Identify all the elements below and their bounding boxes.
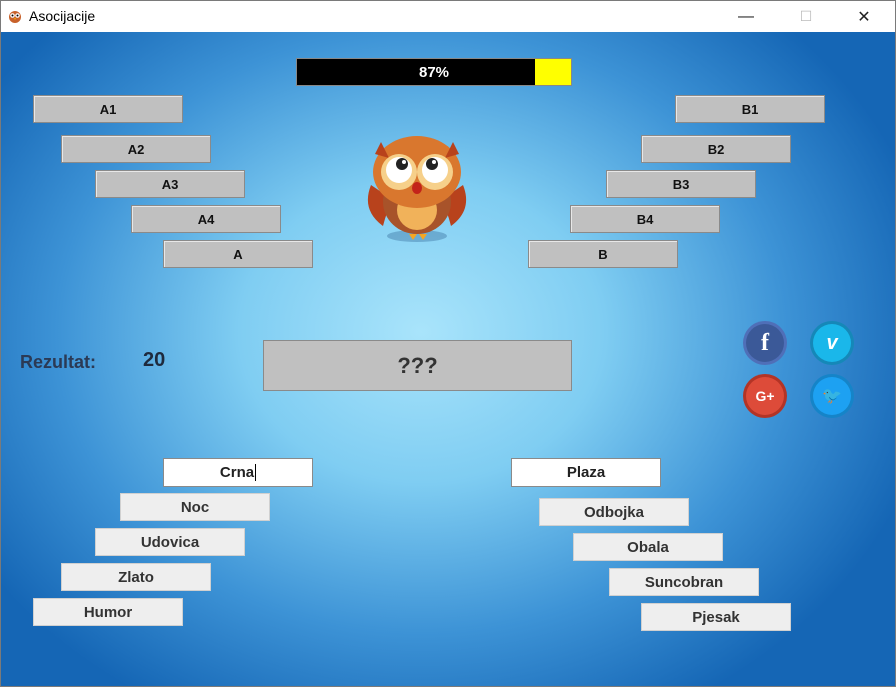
field-b4[interactable]: B4: [570, 205, 720, 233]
right-answer-input[interactable]: Plaza: [511, 458, 661, 487]
window-title: Asocijacije: [29, 8, 96, 24]
minimize-button[interactable]: —: [723, 1, 769, 32]
field-a2[interactable]: A2: [61, 135, 211, 163]
facebook-icon[interactable]: f: [746, 324, 784, 362]
right-word-3: Suncobran: [609, 568, 759, 596]
close-button[interactable]: ✕: [841, 1, 887, 32]
field-a4[interactable]: A4: [131, 205, 281, 233]
score-label: Rezultat:: [20, 352, 96, 372]
vimeo-icon[interactable]: v: [813, 324, 851, 362]
left-word-2: Udovica: [95, 528, 245, 556]
left-answer-input[interactable]: Crna: [163, 458, 313, 487]
solution-a[interactable]: A: [163, 240, 313, 268]
owl-mascot-icon: [367, 136, 467, 242]
field-a1[interactable]: A1: [33, 95, 183, 123]
left-answer-text: Crna: [219, 464, 255, 481]
progress-label: 87%: [418, 63, 450, 81]
final-solution-field[interactable]: ???: [263, 340, 572, 391]
left-word-1: Noc: [120, 493, 270, 521]
left-word-3: Zlato: [61, 563, 211, 591]
right-word-1: Odbojka: [539, 498, 689, 526]
game-board: 87% A1 A2 A3 A4 A B1 B2 B3 B4 B Rezultat…: [1, 32, 895, 686]
google-plus-icon[interactable]: G+: [746, 377, 784, 415]
timer-progress-bar: 87%: [296, 58, 572, 86]
title-bar: Asocijacije — ☐ ✕: [1, 1, 895, 32]
maximize-button[interactable]: ☐: [783, 1, 829, 32]
solution-b[interactable]: B: [528, 240, 678, 268]
app-window: Asocijacije — ☐ ✕ 87% A1 A2 A3 A4 A B1 B…: [0, 0, 896, 687]
field-b1[interactable]: B1: [675, 95, 825, 123]
twitter-icon[interactable]: 🐦: [813, 377, 851, 415]
score-value: 20: [143, 349, 166, 371]
right-word-2: Obala: [573, 533, 723, 561]
right-word-4: Pjesak: [641, 603, 791, 631]
text-caret: [255, 464, 257, 481]
field-b3[interactable]: B3: [606, 170, 756, 198]
owl-app-icon: [9, 11, 21, 23]
left-word-4: Humor: [33, 598, 183, 626]
field-a3[interactable]: A3: [95, 170, 245, 198]
field-b2[interactable]: B2: [641, 135, 791, 163]
